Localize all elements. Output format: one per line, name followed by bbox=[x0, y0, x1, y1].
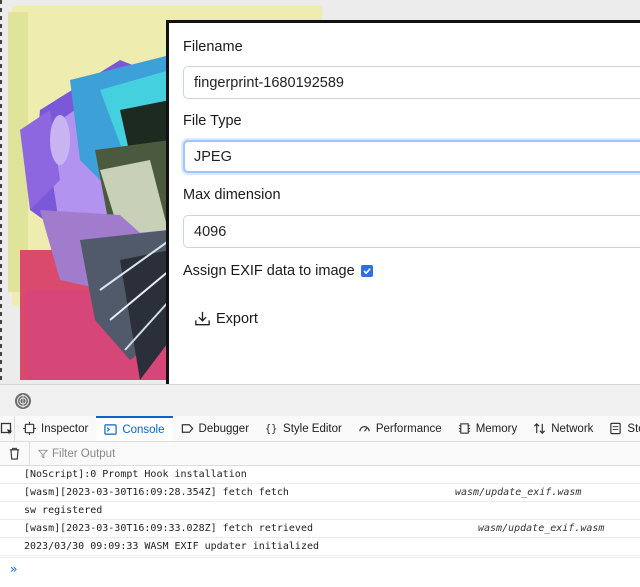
console-line: sw registered bbox=[0, 502, 640, 520]
debugger-icon bbox=[181, 424, 193, 433]
network-icon bbox=[534, 423, 546, 434]
tab-style-editor[interactable]: {} Style Editor bbox=[257, 416, 350, 441]
tab-inspector[interactable]: Inspector bbox=[15, 416, 96, 441]
clear-console-button[interactable] bbox=[0, 442, 30, 465]
filename-input[interactable]: fingerprint-1680192589 bbox=[183, 66, 640, 99]
tab-label: Network bbox=[551, 422, 594, 435]
exif-label: Assign EXIF data to image bbox=[183, 263, 355, 279]
svg-text:{}: {} bbox=[265, 424, 277, 435]
exif-checkbox[interactable] bbox=[360, 265, 373, 277]
filetype-label: File Type bbox=[183, 113, 242, 129]
inspector-icon bbox=[23, 422, 36, 435]
tab-label: Console bbox=[122, 423, 165, 436]
source-link[interactable]: wasm/update_exif.wasm bbox=[455, 484, 581, 502]
console-input[interactable]: » bbox=[0, 557, 640, 587]
console-line: 2023/03/30 09:09:33 WASM EXIF updater in… bbox=[0, 538, 640, 556]
download-icon bbox=[195, 311, 210, 326]
tab-label: Debugger bbox=[198, 422, 250, 435]
tab-debugger[interactable]: Debugger bbox=[173, 416, 258, 441]
tab-memory[interactable]: Memory bbox=[450, 416, 526, 441]
console-icon bbox=[104, 424, 117, 435]
tab-label: Stor bbox=[627, 422, 640, 435]
extension-bar bbox=[0, 384, 640, 416]
filetype-select[interactable]: JPEG bbox=[183, 140, 640, 173]
export-dialog: Filename fingerprint-1680192589 File Typ… bbox=[166, 20, 640, 398]
performance-icon bbox=[359, 426, 370, 432]
tab-label: Style Editor bbox=[283, 422, 342, 435]
exif-row: Assign EXIF data to image bbox=[183, 263, 373, 279]
style-editor-icon: {} bbox=[265, 424, 277, 435]
checkmark-icon bbox=[363, 268, 371, 275]
console-output: [NoScript]:0 Prompt Hook installation [w… bbox=[0, 466, 640, 556]
element-picker[interactable] bbox=[0, 416, 15, 441]
export-label: Export bbox=[216, 310, 258, 327]
trash-icon bbox=[9, 447, 20, 460]
tab-label: Inspector bbox=[41, 422, 89, 435]
devtools-toolbar: Inspector Console Debugger {} Style Edit… bbox=[0, 416, 640, 442]
tab-label: Performance bbox=[375, 422, 442, 435]
page-edge bbox=[0, 0, 2, 384]
storage-icon bbox=[610, 422, 622, 435]
tab-network[interactable]: Network bbox=[525, 416, 601, 441]
console-line: [NoScript]:0 Prompt Hook installation bbox=[0, 466, 640, 484]
picker-icon bbox=[0, 422, 13, 434]
tab-storage[interactable]: Stor bbox=[601, 416, 640, 441]
maxdim-label: Max dimension bbox=[183, 187, 281, 203]
filename-label: Filename bbox=[183, 39, 243, 55]
maxdim-input[interactable]: 4096 bbox=[183, 215, 640, 248]
filter-icon bbox=[38, 449, 48, 458]
filter-placeholder: Filter Output bbox=[52, 447, 116, 460]
memory-icon bbox=[458, 423, 470, 434]
console-line: [wasm][2023-03-30T16:09:33.028Z] fetch r… bbox=[0, 520, 640, 538]
filter-input[interactable]: Filter Output bbox=[30, 448, 115, 460]
export-button[interactable]: Export bbox=[193, 309, 258, 328]
console-line: [wasm][2023-03-30T16:09:28.354Z] fetch f… bbox=[0, 484, 640, 502]
tab-performance[interactable]: Performance bbox=[350, 416, 450, 441]
fingerprint-icon[interactable] bbox=[14, 392, 32, 410]
prompt-chevron-icon: » bbox=[10, 562, 18, 576]
tab-console[interactable]: Console bbox=[96, 416, 173, 441]
tab-label: Memory bbox=[475, 422, 518, 435]
console-filter-bar: Filter Output bbox=[0, 442, 640, 466]
source-link[interactable]: wasm/update_exif.wasm bbox=[478, 520, 604, 538]
